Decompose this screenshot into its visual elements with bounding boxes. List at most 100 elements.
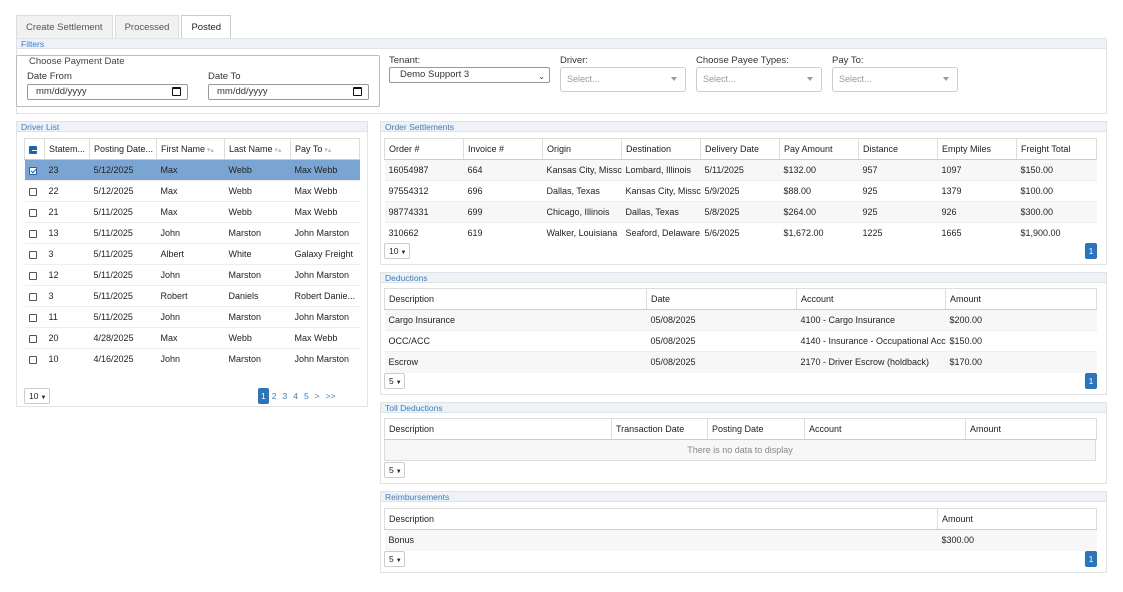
table-row[interactable]: 21 5/11/2025 Max Webb Max Webb [24, 201, 360, 223]
row-select-cell[interactable] [24, 285, 45, 307]
order-page-size[interactable]: 10 ▼ [384, 243, 410, 259]
col-pay-to[interactable]: Pay To ▾▴ [290, 138, 360, 160]
row-select-cell[interactable] [24, 201, 45, 223]
tab-processed[interactable]: Processed [114, 15, 180, 38]
row-select-cell[interactable] [24, 180, 45, 202]
cell-statement: 22 [44, 180, 90, 202]
column-header[interactable]: Delivery Date [700, 138, 780, 160]
toll-page-size[interactable]: 5 ▼ [384, 462, 405, 478]
row-select-cell[interactable] [24, 243, 45, 265]
page-link[interactable]: > [312, 388, 323, 404]
driver-pagination: 1 2 3 4 5 > >> [258, 388, 339, 404]
column-header[interactable]: Posting Date [707, 418, 805, 440]
column-header[interactable]: Origin [542, 138, 622, 160]
column-header[interactable]: Pay Amount [779, 138, 859, 160]
row-checkbox[interactable] [28, 313, 37, 322]
column-header[interactable]: Destination [621, 138, 701, 160]
table-row[interactable]: Cargo Insurance 05/08/2025 4100 - Cargo In… [384, 309, 1097, 331]
driver-page-size[interactable]: 10 ▼ [24, 388, 50, 404]
table-row[interactable]: Bonus $300.00 [384, 529, 1097, 551]
col-first-name[interactable]: First Name ▾▴ [156, 138, 225, 160]
column-header[interactable]: Distance [858, 138, 938, 160]
payee-types-label: Choose Payee Types: [696, 55, 789, 66]
pay-to-select[interactable]: Select... [832, 67, 958, 92]
page-link[interactable]: 1 [258, 388, 269, 404]
table-cell: $300.00 [1016, 201, 1097, 223]
column-header[interactable]: Amount [937, 508, 1097, 530]
table-row[interactable]: 310662 619 Walker, Louisiana Seaford, Delaw… [384, 222, 1097, 244]
table-row[interactable]: Escrow 05/08/2025 2170 - Driver Escrow (ho… [384, 351, 1097, 373]
table-cell: $200.00 [945, 309, 1097, 331]
cell-statement: 11 [44, 306, 90, 328]
table-row[interactable]: 16054987 664 Kansas City, Missc Lombard, Il… [384, 159, 1097, 181]
row-checkbox[interactable] [28, 166, 37, 175]
row-select-cell[interactable] [24, 348, 45, 370]
column-header[interactable]: Freight Total [1016, 138, 1097, 160]
table-row[interactable]: 13 5/11/2025 John Marston John Marston [24, 222, 360, 244]
tab-create-settlement[interactable]: Create Settlement [16, 15, 113, 38]
table-row[interactable]: 3 5/11/2025 Robert Daniels Robert Danie... [24, 285, 360, 307]
page-link[interactable]: >> [323, 388, 339, 404]
payee-types-select[interactable]: Select... [696, 67, 822, 92]
select-all-checkbox[interactable] [29, 145, 37, 154]
date-from-input[interactable]: mm/dd/yyyy [27, 84, 188, 100]
col-last-name[interactable]: Last Name ▾▴ [224, 138, 291, 160]
tenant-select[interactable]: Demo Support 3 ⌄ [389, 67, 550, 83]
column-header[interactable]: Transaction Date [611, 418, 708, 440]
select-all-header[interactable] [24, 138, 45, 160]
column-header[interactable]: Account [804, 418, 966, 440]
table-cell: Bonus [384, 529, 938, 551]
row-checkbox[interactable] [28, 292, 37, 301]
cell-last: Marston [224, 222, 291, 244]
table-row[interactable]: 23 5/12/2025 Max Webb Max Webb [24, 159, 360, 181]
page-link[interactable]: 3 [279, 388, 290, 404]
page-link[interactable]: 4 [290, 388, 301, 404]
driver-select[interactable]: Select... [560, 67, 686, 92]
row-select-cell[interactable] [24, 306, 45, 328]
date-to-input[interactable]: mm/dd/yyyy [208, 84, 369, 100]
table-row[interactable]: 12 5/11/2025 John Marston John Marston [24, 264, 360, 286]
reimbursements-page-size[interactable]: 5 ▼ [384, 551, 405, 567]
column-header[interactable]: Amount [965, 418, 1097, 440]
table-row[interactable]: OCC/ACC 05/08/2025 4140 - Insurance - Occu… [384, 330, 1097, 352]
column-header[interactable]: Amount [945, 288, 1097, 310]
page-link[interactable]: 5 [301, 388, 312, 404]
column-header[interactable]: Description [384, 418, 612, 440]
row-checkbox[interactable] [28, 208, 37, 217]
table-row[interactable]: 10 4/16/2025 John Marston John Marston [24, 348, 360, 370]
table-row[interactable]: 3 5/11/2025 Albert White Galaxy Freight [24, 243, 360, 265]
page-link[interactable]: 2 [269, 388, 280, 404]
reimbursements-page-button[interactable]: 1 [1085, 551, 1097, 567]
row-select-cell[interactable] [24, 327, 45, 349]
deductions-page-button[interactable]: 1 [1085, 373, 1097, 389]
row-checkbox[interactable] [28, 229, 37, 238]
row-select-cell[interactable] [24, 264, 45, 286]
table-row[interactable]: 11 5/11/2025 John Marston John Marston [24, 306, 360, 328]
row-checkbox[interactable] [28, 250, 37, 259]
cell-first: Max [156, 201, 225, 223]
column-header[interactable]: Description [384, 508, 938, 530]
chevron-down-icon: ⌄ [538, 72, 545, 81]
row-select-cell[interactable] [24, 159, 45, 181]
col-posting-date[interactable]: Posting Date... [89, 138, 157, 160]
table-row[interactable]: 22 5/12/2025 Max Webb Max Webb [24, 180, 360, 202]
row-select-cell[interactable] [24, 222, 45, 244]
deductions-page-size[interactable]: 5 ▼ [384, 373, 405, 389]
col-statement[interactable]: Statem... [44, 138, 90, 160]
row-checkbox[interactable] [28, 271, 37, 280]
column-header[interactable]: Account [796, 288, 946, 310]
row-checkbox[interactable] [28, 187, 37, 196]
table-row[interactable]: 20 4/28/2025 Max Webb Max Webb [24, 327, 360, 349]
column-header[interactable]: Date [646, 288, 797, 310]
table-row[interactable]: 98774331 699 Chicago, Illinois Dallas, Texa… [384, 201, 1097, 223]
table-row[interactable]: 97554312 696 Dallas, Texas Kansas City, Mis… [384, 180, 1097, 202]
column-header[interactable]: Description [384, 288, 647, 310]
row-checkbox[interactable] [28, 355, 37, 364]
order-page-button[interactable]: 1 [1085, 243, 1097, 259]
tenant-label: Tenant: [389, 55, 421, 66]
tab-posted[interactable]: Posted [181, 15, 232, 38]
column-header[interactable]: Order # [384, 138, 464, 160]
row-checkbox[interactable] [28, 334, 37, 343]
column-header[interactable]: Empty Miles [937, 138, 1017, 160]
column-header[interactable]: Invoice # [463, 138, 543, 160]
